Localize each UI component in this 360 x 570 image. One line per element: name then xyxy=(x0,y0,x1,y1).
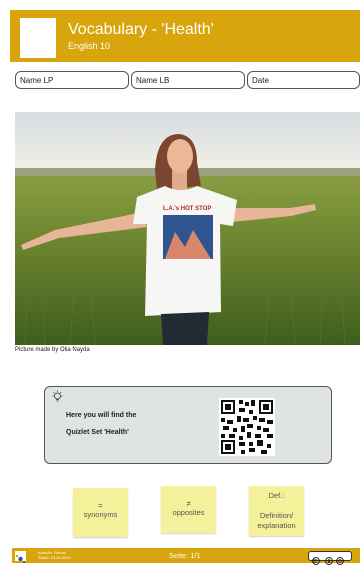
cc-by-icon xyxy=(308,551,352,565)
header-logo-box xyxy=(20,18,56,58)
shirt-text: L.A.'s HOT STOP xyxy=(163,206,211,212)
lightbulb-icon xyxy=(52,390,63,402)
date-field[interactable]: Date xyxy=(247,71,360,89)
footer-author: Autor/in: Gierali Stand: 23.09.2020 xyxy=(38,550,71,560)
name-lp-field[interactable]: Name LP xyxy=(15,71,129,89)
synonyms-symbol: = xyxy=(98,501,103,510)
quizlet-text: Here you will find the Quizlet Set 'Heal… xyxy=(66,407,136,441)
name-lb-label: Name LB xyxy=(136,76,170,85)
author-line-2: Stand: 23.09.2020 xyxy=(38,555,71,560)
footer-logo-icon xyxy=(15,551,26,563)
quizlet-box: Here you will find the Quizlet Set 'Heal… xyxy=(44,386,332,464)
page-title: Vocabulary - 'Health' xyxy=(68,21,214,38)
page-subtitle: English 10 xyxy=(68,41,111,51)
note-opposites: ≠ opposites xyxy=(161,486,216,533)
note-synonyms: = synonyms xyxy=(73,488,128,537)
page-number: Seite: 1/1 xyxy=(169,551,201,560)
note-definition: Def.: Definition/ explanation xyxy=(249,486,304,536)
opposites-label: opposites xyxy=(172,508,205,517)
definition-line-1: Definition/ xyxy=(259,511,294,520)
quizlet-line-1: Here you will find the xyxy=(66,412,137,419)
synonyms-label: synonyms xyxy=(83,510,118,519)
photo-caption: Picture made by Olia Nayda xyxy=(15,347,90,353)
definition-line-2: explanation xyxy=(257,521,296,530)
header-bar: Vocabulary - 'Health' English 10 xyxy=(10,10,360,62)
footer-bar: Autor/in: Gierali Stand: 23.09.2020 Seit… xyxy=(12,548,360,565)
name-lp-label: Name LP xyxy=(20,76,54,85)
opposites-symbol: ≠ xyxy=(186,499,191,508)
qr-code-icon[interactable] xyxy=(219,398,275,456)
photo: L.A.'s HOT STOP xyxy=(15,112,360,345)
quizlet-line-2: Quizlet Set 'Health' xyxy=(66,429,129,436)
name-lb-field[interactable]: Name LB xyxy=(131,71,245,89)
date-label: Date xyxy=(252,76,269,85)
definition-title: Def.: xyxy=(268,491,285,500)
